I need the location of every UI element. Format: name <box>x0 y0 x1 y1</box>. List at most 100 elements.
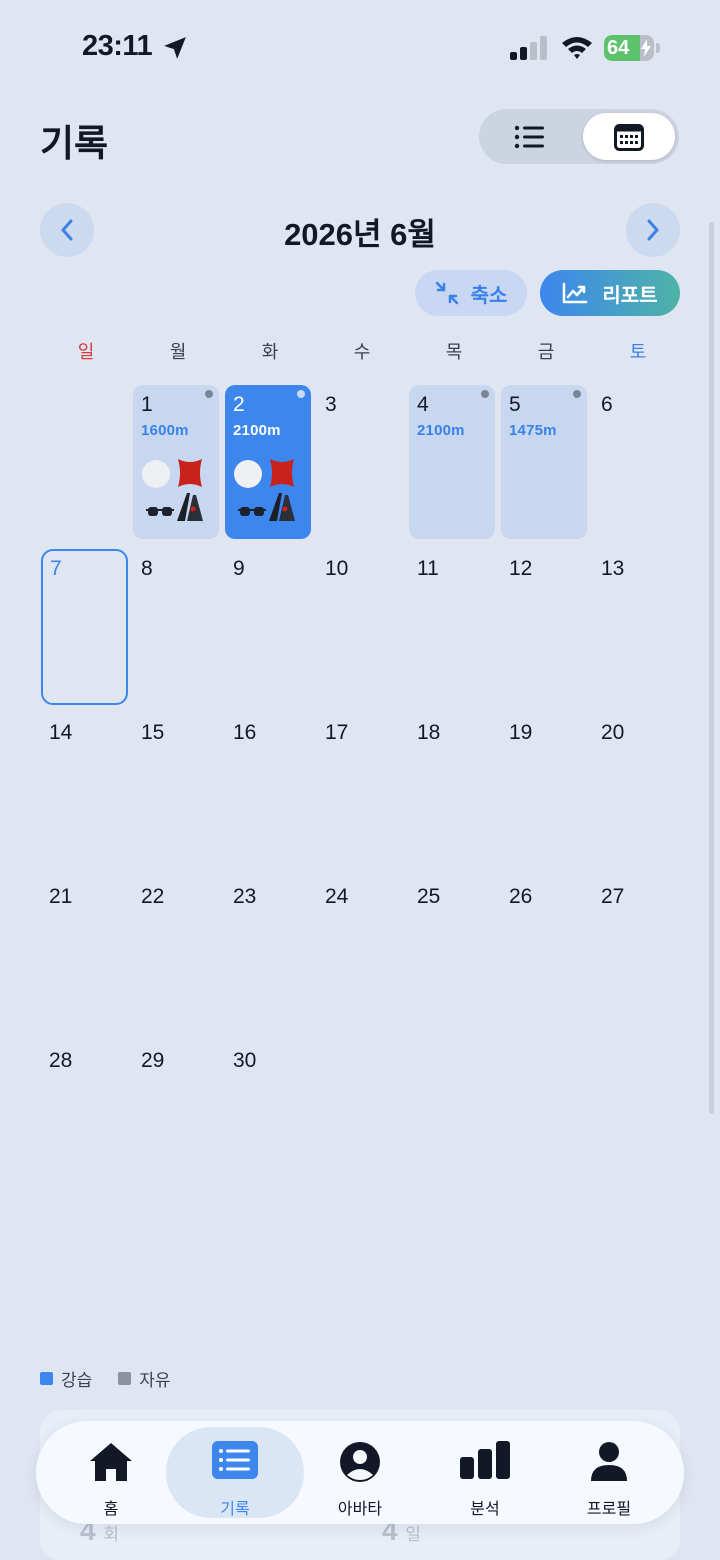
calendar-day-3[interactable]: 3 <box>317 385 403 539</box>
wifi-icon <box>562 37 592 59</box>
day-number: 16 <box>233 721 257 744</box>
calendar-day-6[interactable]: 6 <box>593 385 679 539</box>
battery-level: 64 <box>607 37 630 59</box>
list-doc-icon <box>212 1441 258 1479</box>
day-number: 9 <box>233 557 245 580</box>
calendar-day-5[interactable]: 5 1475m <box>501 385 587 539</box>
calendar-day-14[interactable]: 14 <box>41 713 127 867</box>
calendar-day-15[interactable]: 15 <box>133 713 219 867</box>
calendar-day-20[interactable]: 20 <box>593 713 679 867</box>
day-number: 8 <box>141 557 153 580</box>
calendar-day-12[interactable]: 12 <box>501 549 587 703</box>
free-swim-dot <box>205 390 213 398</box>
day-number: 18 <box>417 721 441 744</box>
calendar-day-9[interactable]: 9 <box>225 549 311 703</box>
chevron-left-icon <box>61 219 73 241</box>
calendar-day-30[interactable]: 30 <box>225 1041 311 1195</box>
day-number: 23 <box>233 885 257 908</box>
cellular-signal-icon <box>510 36 547 60</box>
collapse-arrows-icon <box>435 281 458 305</box>
legend-lesson-label: 강습 <box>61 1371 93 1390</box>
day-number: 10 <box>325 557 349 580</box>
legend-free-swatch <box>118 1372 132 1385</box>
day-number: 26 <box>509 885 533 908</box>
weekday-tue: 화 <box>261 342 279 362</box>
day-number: 15 <box>141 721 165 744</box>
fins-icon <box>177 493 203 521</box>
calendar-day-29[interactable]: 29 <box>133 1041 219 1195</box>
calendar-day-1[interactable]: 1 1600m <box>133 385 219 539</box>
calendar-day-23[interactable]: 23 <box>225 877 311 1031</box>
calendar-day-28[interactable]: 28 <box>41 1041 127 1195</box>
charging-bolt-icon <box>641 39 651 57</box>
calendar-day-8[interactable]: 8 <box>133 549 219 703</box>
tab-profile[interactable]: 프로필 <box>540 1427 678 1518</box>
calendar-icon <box>614 123 644 151</box>
weekday-fri: 금 <box>537 342 555 362</box>
free-swim-dot <box>573 390 581 398</box>
calendar-day-26[interactable]: 26 <box>501 877 587 1031</box>
status-bar: 23:11 64 <box>0 0 720 96</box>
page-title: 기록 <box>40 123 109 164</box>
calendar-day-11[interactable]: 11 <box>409 549 495 703</box>
day-number: 27 <box>601 885 625 908</box>
calendar-day-13[interactable]: 13 <box>593 549 679 703</box>
calendar-day-16[interactable]: 16 <box>225 713 311 867</box>
day-distance: 1600m <box>141 422 189 439</box>
trend-chart-icon <box>563 282 588 304</box>
bar-chart-icon <box>460 1441 510 1479</box>
calendar-day-22[interactable]: 22 <box>133 877 219 1031</box>
tab-analysis[interactable]: 분석 <box>416 1427 554 1518</box>
scrollbar[interactable] <box>709 222 714 1114</box>
weekday-sat: 토 <box>629 342 647 362</box>
weekday-header: 일 월 화 수 목 금 토 <box>40 338 684 362</box>
day-number: 22 <box>141 885 165 908</box>
person-icon <box>591 1442 627 1481</box>
next-month-button[interactable] <box>626 203 680 257</box>
legend: 강습 자유 <box>40 1366 171 1391</box>
legend-free-label: 자유 <box>139 1371 171 1390</box>
day-number: 12 <box>509 557 533 580</box>
day-number: 20 <box>601 721 625 744</box>
calendar-day-2[interactable]: 2 2100m <box>225 385 311 539</box>
day-distance: 2100m <box>233 422 281 439</box>
tab-avatar[interactable]: 아바타 <box>291 1427 429 1518</box>
status-time: 23:11 <box>82 30 153 62</box>
calendar-day-17[interactable]: 17 <box>317 713 403 867</box>
swim-cap-icon <box>142 460 170 488</box>
calendar-day-7[interactable]: 7 <box>41 549 128 705</box>
legend-lesson-swatch <box>40 1372 53 1385</box>
tab-records-label: 기록 <box>220 1501 250 1518</box>
previous-month-button[interactable] <box>40 203 94 257</box>
day-number: 28 <box>49 1049 73 1072</box>
shrink-label: 축소 <box>470 284 508 307</box>
weekday-wed: 수 <box>353 342 371 362</box>
report-button[interactable]: 리포트 <box>540 270 680 316</box>
day-number: 14 <box>49 721 73 744</box>
tab-analysis-label: 분석 <box>470 1501 500 1518</box>
day-number: 6 <box>601 393 613 416</box>
shrink-button[interactable]: 축소 <box>415 270 527 316</box>
view-toggle <box>479 109 679 164</box>
calendar-day-25[interactable]: 25 <box>409 877 495 1031</box>
weekday-sun: 일 <box>77 342 95 362</box>
list-view-button[interactable] <box>483 113 575 160</box>
chevron-right-icon <box>647 219 659 241</box>
calendar-day-27[interactable]: 27 <box>593 877 679 1031</box>
tab-avatar-label: 아바타 <box>337 1501 383 1518</box>
day-distance: 1475m <box>509 422 557 439</box>
calendar-day-24[interactable]: 24 <box>317 877 403 1031</box>
tab-records[interactable]: 기록 <box>166 1427 304 1518</box>
day-number: 17 <box>325 721 349 744</box>
list-icon <box>514 125 544 148</box>
free-swim-dot <box>481 390 489 398</box>
tab-profile-label: 프로필 <box>586 1501 632 1518</box>
calendar-day-19[interactable]: 19 <box>501 713 587 867</box>
calendar-view-button[interactable] <box>583 113 675 160</box>
calendar-day-18[interactable]: 18 <box>409 713 495 867</box>
calendar-day-21[interactable]: 21 <box>41 877 127 1031</box>
calendar-day-10[interactable]: 10 <box>317 549 403 703</box>
day-number: 21 <box>49 885 73 908</box>
tab-home[interactable]: 홈 <box>42 1427 180 1518</box>
calendar-day-4[interactable]: 4 2100m <box>409 385 495 539</box>
